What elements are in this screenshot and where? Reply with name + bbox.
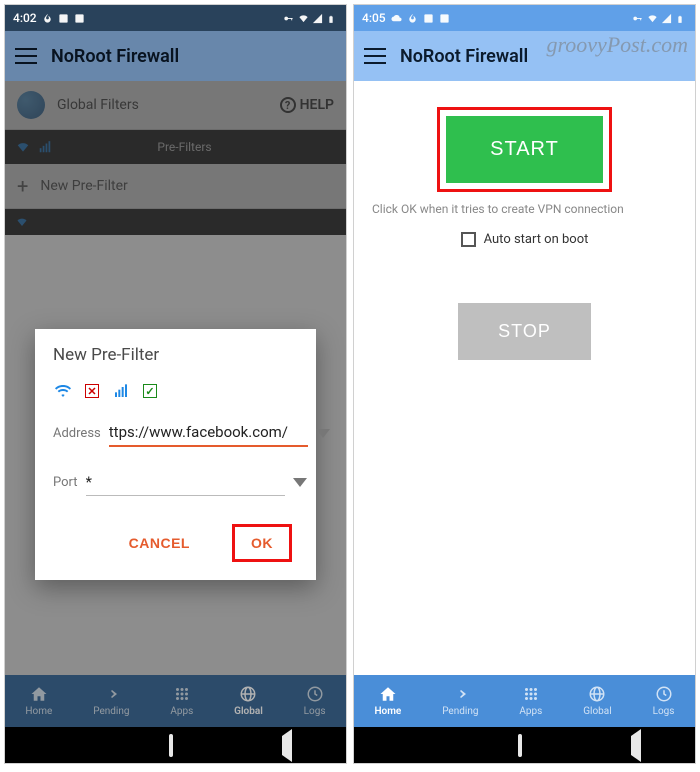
nav-logs-label: Logs <box>653 706 675 717</box>
port-field-row: Port <box>53 469 298 496</box>
android-nav <box>354 727 695 763</box>
nav-apps[interactable]: Apps <box>519 685 542 717</box>
pending-icon <box>451 685 469 703</box>
new-prefilter-dialog: New Pre-Filter ✕ ✓ Address <box>35 329 316 580</box>
port-dropdown-icon[interactable] <box>293 478 307 487</box>
key-icon <box>631 13 642 24</box>
nav-global-label: Global <box>234 706 263 717</box>
screen-body: START Click OK when it tries to create V… <box>354 81 695 675</box>
bottom-nav: Home Pending Apps Global Logs <box>5 675 346 727</box>
address-dropdown-icon[interactable] <box>316 429 330 438</box>
cancel-button[interactable]: CANCEL <box>117 524 202 562</box>
apps-icon <box>522 685 540 703</box>
nav-pending-label: Pending <box>93 706 129 717</box>
nav-home[interactable]: Home <box>374 685 401 717</box>
nav-global[interactable]: Global <box>234 685 263 717</box>
app-bar: NoRoot Firewall <box>5 31 346 81</box>
wifi-block-toggle[interactable]: ✕ <box>85 384 99 398</box>
menu-icon[interactable] <box>364 48 386 64</box>
ok-button[interactable]: OK <box>243 531 281 555</box>
home-icon <box>379 685 397 703</box>
cloud-icon <box>391 13 402 24</box>
autostart-label: Auto start on boot <box>484 232 589 247</box>
signal-icon <box>661 13 672 24</box>
home-button[interactable] <box>169 736 173 755</box>
status-bar: 4:05 <box>354 5 695 31</box>
status-time: 4:05 <box>362 11 386 25</box>
menu-icon[interactable] <box>15 48 37 64</box>
app-title: NoRoot Firewall <box>51 46 179 67</box>
phone-left: 4:02 <box>4 4 347 764</box>
nav-apps-label: Apps <box>519 706 542 717</box>
cell-allow-toggle[interactable]: ✓ <box>143 384 157 398</box>
key-icon <box>282 13 293 24</box>
app-title: NoRoot Firewall <box>400 46 528 67</box>
image-icon <box>423 13 434 24</box>
nav-apps[interactable]: Apps <box>170 685 193 717</box>
image-icon <box>58 13 69 24</box>
ok-highlight-box: OK <box>232 524 292 562</box>
home-icon <box>30 685 48 703</box>
logs-icon <box>306 685 324 703</box>
vpn-hint-text: Click OK when it tries to create VPN con… <box>372 202 624 218</box>
nav-global[interactable]: Global <box>583 685 611 717</box>
home-button[interactable] <box>518 736 522 755</box>
globe-icon <box>588 685 606 703</box>
image-icon <box>74 13 85 24</box>
dialog-title: New Pre-Filter <box>53 345 298 365</box>
stop-button[interactable]: STOP <box>458 303 591 360</box>
wifi-icon <box>646 13 657 24</box>
screen-body: Global Filters ? HELP Pre-Filters <box>5 81 346 675</box>
flame-icon <box>42 13 53 24</box>
apps-icon <box>173 685 191 703</box>
bottom-nav: Home Pending Apps Global Logs <box>354 675 695 727</box>
nav-pending[interactable]: Pending <box>93 685 129 717</box>
address-field-row: Address <box>53 419 298 447</box>
battery-icon <box>327 13 338 24</box>
nav-global-label: Global <box>583 706 611 717</box>
image-icon <box>439 13 450 24</box>
nav-logs-label: Logs <box>304 706 326 717</box>
port-label: Port <box>53 475 78 490</box>
checkbox-icon[interactable] <box>461 232 476 247</box>
signal-icon <box>312 13 323 24</box>
address-label: Address <box>53 426 101 441</box>
address-input[interactable] <box>109 419 308 447</box>
nav-apps-label: Apps <box>170 706 193 717</box>
back-button[interactable] <box>282 736 292 755</box>
pending-icon <box>102 685 120 703</box>
start-highlight-box: START <box>437 107 612 192</box>
wifi-icon <box>53 383 73 399</box>
cell-icon <box>111 383 131 399</box>
nav-logs[interactable]: Logs <box>304 685 326 717</box>
start-button[interactable]: START <box>446 116 603 183</box>
back-button[interactable] <box>631 736 641 755</box>
autostart-row[interactable]: Auto start on boot <box>461 232 589 247</box>
nav-home-label: Home <box>374 706 401 717</box>
flame-icon <box>407 13 418 24</box>
port-input[interactable] <box>86 469 285 496</box>
phone-right: 4:05 NoRoot Firewall START Cl <box>353 4 696 764</box>
status-bar: 4:02 <box>5 5 346 31</box>
wifi-icon <box>297 13 308 24</box>
logs-icon <box>655 685 673 703</box>
nav-logs[interactable]: Logs <box>653 685 675 717</box>
nav-home[interactable]: Home <box>25 685 52 717</box>
nav-pending-label: Pending <box>442 706 478 717</box>
battery-icon <box>676 13 687 24</box>
globe-icon <box>239 685 257 703</box>
nav-pending[interactable]: Pending <box>442 685 478 717</box>
dialog-actions: CANCEL OK <box>53 518 298 570</box>
nav-home-label: Home <box>25 706 52 717</box>
connection-type-toggles: ✕ ✓ <box>53 383 298 399</box>
android-nav <box>5 727 346 763</box>
status-time: 4:02 <box>13 11 37 25</box>
app-bar: NoRoot Firewall <box>354 31 695 81</box>
